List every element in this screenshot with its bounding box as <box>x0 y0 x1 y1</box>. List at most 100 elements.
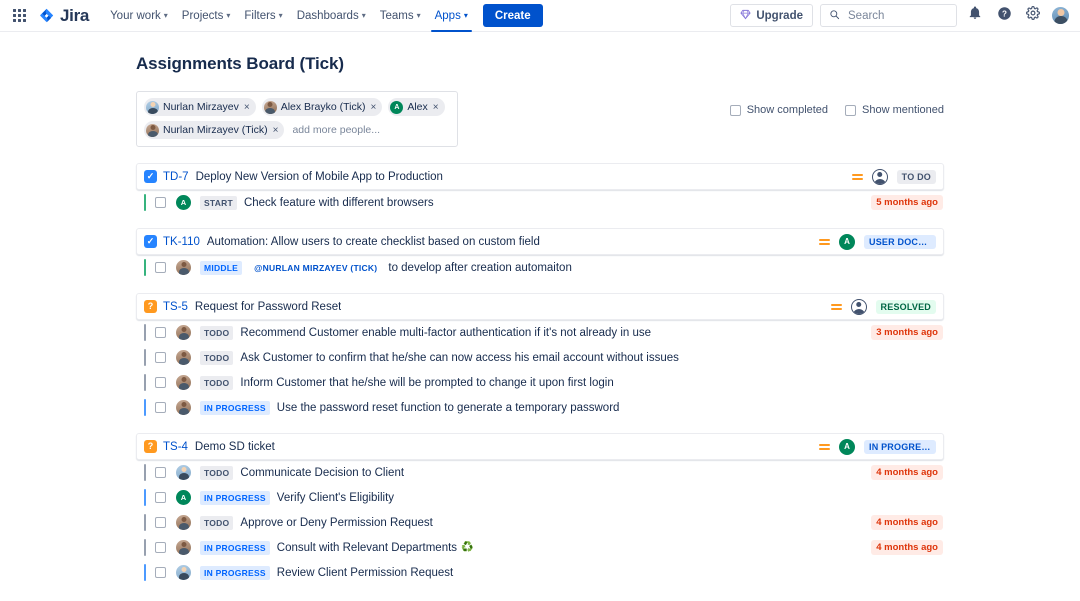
nav-item-teams[interactable]: Teams ▾ <box>373 0 428 32</box>
subtask-row[interactable]: A START Check feature with different brows… <box>136 190 944 215</box>
service-request-icon: ? <box>144 440 157 453</box>
subtask-text[interactable]: Approve or Deny Permission Request <box>240 517 432 529</box>
person-chip[interactable]: Nurlan Mirzayev × <box>144 98 256 116</box>
person-chip[interactable]: Nurlan Mirzayev (Tick) × <box>144 121 285 139</box>
subtask-status-label[interactable]: TODO <box>200 375 234 390</box>
remove-chip-icon[interactable]: × <box>273 125 279 136</box>
checkbox-box[interactable] <box>845 104 857 116</box>
subtask-checkbox[interactable] <box>155 402 166 413</box>
subtask-status-label[interactable]: TODO <box>200 325 234 340</box>
people-picker[interactable]: Nurlan Mirzayev × Alex Brayko (Tick) × A Alex… <box>136 91 458 147</box>
person-chip[interactable]: Alex Brayko (Tick) × <box>261 98 383 116</box>
subtask-status-label[interactable]: TODO <box>200 515 234 530</box>
subtask-checkbox[interactable] <box>155 262 166 273</box>
subtask-checkbox[interactable] <box>155 492 166 503</box>
subtask-row[interactable]: MIDDLE @NURLAN MIRZAYEV (TICK) to develop … <box>136 255 944 280</box>
subtask-row[interactable]: TODO Ask Customer to confirm that he/she … <box>136 345 944 370</box>
show-completed-checkbox[interactable]: Show completed <box>729 104 828 116</box>
issue-summary[interactable]: Deploy New Version of Mobile App to Prod… <box>196 171 443 183</box>
help-button[interactable]: ? <box>993 5 1015 27</box>
issue-header-row[interactable]: ? TS-4 Demo SD ticket A IN PROGRESS <box>136 433 944 460</box>
issue-key-link[interactable]: TS-5 <box>163 301 188 313</box>
subtask-text[interactable]: Ask Customer to confirm that he/she can … <box>240 352 678 364</box>
subtask-row[interactable]: TODO Recommend Customer enable multi-fact… <box>136 320 944 345</box>
unassigned-avatar-icon[interactable] <box>871 168 888 185</box>
subtask-text[interactable]: Use the password reset function to gener… <box>277 402 620 414</box>
search-box[interactable] <box>820 4 957 27</box>
subtask-row[interactable]: IN PROGRESS Consult with Relevant Departm… <box>136 535 944 560</box>
remove-chip-icon[interactable]: × <box>244 102 250 113</box>
status-badge[interactable]: TO DO <box>896 169 936 184</box>
subtask-text[interactable]: Recommend Customer enable multi-factor a… <box>240 327 651 339</box>
subtask-status-label[interactable]: MIDDLE <box>200 260 243 275</box>
subtask-text[interactable]: Check feature with different browsers <box>244 197 434 209</box>
subtask-checkbox[interactable] <box>155 352 166 363</box>
person-chip[interactable]: A Alex × <box>388 98 445 116</box>
page-title: Assignments Board (Tick) <box>136 54 344 73</box>
subtask-checkbox[interactable] <box>155 542 166 553</box>
issue-header-row[interactable]: ✓ TK-110 Automation: Allow users to create… <box>136 228 944 255</box>
subtask-row[interactable]: TODO Inform Customer that he/she will be … <box>136 370 944 395</box>
status-badge[interactable]: USER DOCUM… <box>864 234 936 249</box>
nav-item-dashboards[interactable]: Dashboards ▾ <box>290 0 373 32</box>
add-more-people-placeholder[interactable]: add more people... <box>290 124 380 136</box>
subtask-checkbox[interactable] <box>155 377 166 388</box>
nav-item-your-work[interactable]: Your work ▾ <box>103 0 175 32</box>
app-switcher-button[interactable] <box>6 3 32 29</box>
issue-summary[interactable]: Request for Password Reset <box>195 301 341 313</box>
subtask-row[interactable]: IN PROGRESS Review Client Permission Requ… <box>136 560 944 585</box>
remove-chip-icon[interactable]: × <box>433 102 439 113</box>
subtask-checkbox[interactable] <box>155 517 166 528</box>
subtask-checkbox[interactable] <box>155 327 166 338</box>
subtask-text[interactable]: Inform Customer that he/she will be prom… <box>240 377 613 389</box>
subtask-checkbox[interactable] <box>155 467 166 478</box>
subtask-row[interactable]: TODO Communicate Decision to Client 4 mont… <box>136 460 944 485</box>
subtask-text[interactable]: to develop after creation automaiton <box>388 262 571 274</box>
settings-button[interactable] <box>1022 5 1044 27</box>
subtask-text[interactable]: Consult with Relevant Departments <box>277 542 457 554</box>
subtask-status-label[interactable]: IN PROGRESS <box>200 540 270 555</box>
search-input[interactable] <box>846 8 948 23</box>
issue-key-link[interactable]: TK-110 <box>163 236 200 248</box>
profile-avatar[interactable] <box>1051 6 1070 25</box>
subtask-status-label[interactable]: TODO <box>200 350 234 365</box>
checkbox-box[interactable] <box>729 104 741 116</box>
status-badge[interactable]: IN PROGRESS <box>864 439 936 454</box>
issue-header-row[interactable]: ? TS-5 Request for Password Reset RESOLVED <box>136 293 944 320</box>
subtask-status-label[interactable]: IN PROGRESS <box>200 565 270 580</box>
show-mentioned-label: Show mentioned <box>862 104 944 116</box>
issue-summary[interactable]: Demo SD ticket <box>195 441 275 453</box>
subtask-row[interactable]: TODO Approve or Deny Permission Request 4 … <box>136 510 944 535</box>
subtask-text[interactable]: Review Client Permission Request <box>277 567 453 579</box>
assignee-avatar[interactable]: A <box>839 233 855 250</box>
subtask-row[interactable]: IN PROGRESS Use the password reset functi… <box>136 395 944 420</box>
nav-item-projects[interactable]: Projects ▾ <box>175 0 238 32</box>
jira-home-logo[interactable]: Jira <box>38 6 89 26</box>
assignee-avatar[interactable]: A <box>839 438 855 455</box>
show-mentioned-checkbox[interactable]: Show mentioned <box>845 104 944 116</box>
nav-item-filters[interactable]: Filters ▾ <box>237 0 289 32</box>
unassigned-avatar-icon[interactable] <box>850 298 867 315</box>
subtask-row[interactable]: A IN PROGRESS Verify Client's Eligibility <box>136 485 944 510</box>
nav-item-apps[interactable]: Apps ▾ <box>428 0 475 32</box>
mention-tag[interactable]: @NURLAN MIRZAYEV (TICK) <box>251 261 381 275</box>
subtask-status-label[interactable]: TODO <box>200 465 234 480</box>
subtask-text[interactable]: Communicate Decision to Client <box>240 467 404 479</box>
issue-key-link[interactable]: TD-7 <box>163 171 189 183</box>
issue-key-link[interactable]: TS-4 <box>163 441 188 453</box>
notifications-button[interactable] <box>964 5 986 27</box>
status-badge[interactable]: RESOLVED <box>875 299 936 314</box>
subtask-checkbox[interactable] <box>155 567 166 578</box>
remove-chip-icon[interactable]: × <box>371 102 377 113</box>
create-button[interactable]: Create <box>482 4 543 27</box>
upgrade-button[interactable]: Upgrade <box>730 4 813 27</box>
due-date-badge: 3 months ago <box>871 325 943 340</box>
issue-header-row[interactable]: ✓ TD-7 Deploy New Version of Mobile App to… <box>136 163 944 190</box>
issue-summary[interactable]: Automation: Allow users to create checkl… <box>207 236 540 248</box>
subtask-status-label[interactable]: START <box>200 195 237 210</box>
subtask-status-label[interactable]: IN PROGRESS <box>200 400 270 415</box>
subtask-checkbox[interactable] <box>155 197 166 208</box>
subtask-status-label[interactable]: IN PROGRESS <box>200 490 270 505</box>
subtask-text[interactable]: Verify Client's Eligibility <box>277 492 394 504</box>
medium-priority-icon <box>851 171 863 182</box>
